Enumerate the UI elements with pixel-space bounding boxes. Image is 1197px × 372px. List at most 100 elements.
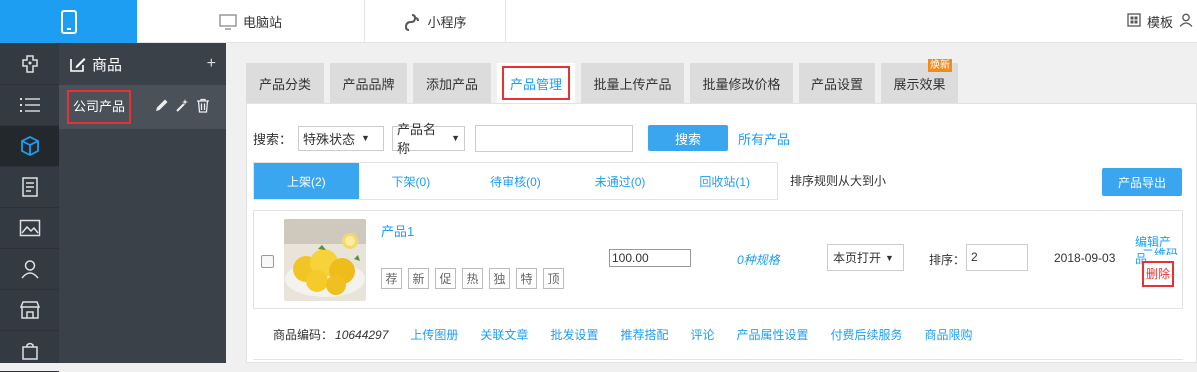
tag-top[interactable]: 顶: [543, 268, 564, 289]
template-icon[interactable]: [1127, 13, 1141, 30]
status-tab-rejected[interactable]: 未通过(0): [568, 163, 673, 199]
tag-new[interactable]: 新: [408, 268, 429, 289]
tab-product-settings[interactable]: 产品设置: [799, 63, 875, 103]
qr-code-link[interactable]: 二维码: [1142, 248, 1178, 255]
rail-item-plugin[interactable]: [0, 43, 59, 85]
cube-icon: [20, 135, 39, 157]
mini-program-icon: [403, 13, 421, 31]
category-panel-header: 商品 +: [59, 43, 226, 85]
caret-down-icon: ▼: [885, 252, 894, 263]
tab-product-category[interactable]: 产品分类: [246, 63, 324, 103]
wholesale-settings-link[interactable]: 批发设置: [550, 326, 598, 343]
rail-item-bag[interactable]: [0, 331, 59, 372]
tab-product-manage[interactable]: 产品管理: [497, 63, 575, 103]
tab-batch-price[interactable]: 批量修改价格: [690, 63, 793, 103]
icon-rail: [0, 43, 59, 372]
sort-rule-text: 排序规则从大到小: [790, 174, 887, 188]
tag-hot[interactable]: 热: [462, 268, 483, 289]
all-products-link[interactable]: 所有产品: [738, 129, 790, 148]
new-badge: 焕新: [928, 59, 952, 72]
status-tab-on-shelf[interactable]: 上架(2): [254, 163, 359, 199]
tab-bar: 产品分类 产品品牌 添加产品 产品管理 批量上传产品 批量修改价格 产品设置 展…: [246, 59, 958, 103]
product-code-label: 商品编码：: [273, 328, 334, 342]
status-select[interactable]: 特殊状态 ▼: [298, 125, 385, 151]
delete-link[interactable]: 删除: [1142, 261, 1175, 287]
purchase-limit-link[interactable]: 商品限购: [925, 326, 973, 343]
tab-product-brand[interactable]: 产品品牌: [330, 63, 407, 103]
search-button[interactable]: 搜索: [648, 125, 729, 151]
related-articles-link[interactable]: 关联文章: [480, 326, 528, 343]
tab-add-product[interactable]: 添加产品: [413, 63, 491, 103]
tab-batch-upload[interactable]: 批量上传产品: [581, 63, 684, 103]
spec-link[interactable]: 0种规格: [737, 251, 780, 268]
recommend-match-link[interactable]: 推荐搭配: [620, 326, 668, 343]
sort-input[interactable]: 2: [966, 244, 1028, 271]
status-tabs: 上架(2) 下架(0) 待审核(0) 未通过(0) 回收站(1): [253, 162, 778, 200]
status-tab-off-shelf[interactable]: 下架(0): [359, 163, 464, 199]
product-thumbnail[interactable]: [284, 219, 366, 301]
tag-promo[interactable]: 促: [435, 268, 456, 289]
pc-site-tab[interactable]: 电脑站: [137, 0, 365, 43]
document-icon: [21, 177, 38, 197]
add-category-button[interactable]: +: [207, 55, 216, 73]
next-product-row: [253, 359, 1183, 365]
tab-label: 展示效果: [893, 76, 946, 92]
mobile-site-tab[interactable]: [0, 0, 137, 43]
magic-wand-icon[interactable]: [175, 98, 190, 116]
product-checkbox[interactable]: [261, 255, 274, 268]
export-button[interactable]: 产品导出: [1102, 168, 1182, 196]
tab-label: 批量修改价格: [702, 76, 781, 92]
tag-recommend[interactable]: 荐: [381, 268, 402, 289]
category-panel: 商品 + 公司产品: [59, 43, 226, 363]
tag-special[interactable]: 特: [516, 268, 537, 289]
product-name-link[interactable]: 产品1: [381, 221, 414, 240]
top-bar: 电脑站 小程序 模板: [0, 0, 1197, 43]
category-item[interactable]: 公司产品: [59, 85, 226, 129]
template-link[interactable]: 模板: [1147, 12, 1173, 31]
tab-display-effect[interactable]: 展示效果 焕新: [881, 59, 958, 103]
caret-down-icon: ▼: [361, 133, 370, 143]
rail-item-members[interactable]: [0, 249, 59, 290]
search-label: 搜索：: [253, 131, 293, 147]
product-manage-content: 搜索： 特殊状态 ▼ 产品名称 ▼ 搜索 所有产品 上架(2) 下架(0) 待审…: [246, 103, 1197, 363]
sort-label: 排序：: [929, 253, 966, 267]
attribute-settings-link[interactable]: 产品属性设置: [736, 326, 808, 343]
search-bar: 搜索： 特殊状态 ▼ 产品名称 ▼ 搜索 所有产品: [253, 122, 790, 156]
comments-link[interactable]: 评论: [690, 326, 714, 343]
product-date: 2018-09-03: [1054, 251, 1116, 265]
rail-item-articles[interactable]: [0, 167, 59, 208]
trash-icon[interactable]: [196, 98, 210, 116]
mini-program-tab[interactable]: 小程序: [365, 0, 506, 43]
status-tab-pending[interactable]: 待审核(0): [463, 163, 568, 199]
tab-label: 产品设置: [810, 76, 863, 92]
tag-exclusive[interactable]: 独: [489, 268, 510, 289]
bag-icon: [21, 342, 38, 360]
pencil-icon[interactable]: [154, 98, 169, 116]
tab-label: 产品品牌: [342, 76, 395, 92]
pc-site-label: 电脑站: [242, 15, 282, 30]
upload-gallery-link[interactable]: 上传图册: [410, 326, 458, 343]
user-icon[interactable]: [1179, 13, 1193, 30]
caret-down-icon: ▼: [451, 133, 461, 143]
rail-item-store[interactable]: [0, 290, 59, 331]
tab-label: 产品分类: [258, 76, 311, 92]
user-icon: [20, 260, 39, 279]
tab-label: 批量上传产品: [593, 76, 672, 92]
search-input[interactable]: [475, 124, 634, 152]
rail-item-images[interactable]: [0, 208, 59, 249]
plugin-icon: [21, 54, 38, 73]
open-mode-select[interactable]: 本页打开 ▼: [827, 244, 904, 271]
rail-item-list[interactable]: [0, 85, 59, 126]
paid-service-link[interactable]: 付费后续服务: [831, 326, 903, 343]
tab-label: 产品管理: [501, 66, 570, 100]
category-item-label: 公司产品: [67, 90, 132, 124]
price-input[interactable]: 100.00: [609, 249, 691, 267]
category-panel-title: 商品: [92, 56, 123, 74]
edit-square-icon: [69, 55, 87, 73]
mobile-phone-icon: [60, 9, 77, 34]
product-row: 产品1 荐 新 促 热 独 特 顶 100.00 0种规格 本页打开 ▼ 排序：…: [253, 210, 1183, 309]
field-select[interactable]: 产品名称 ▼: [392, 122, 466, 156]
status-tab-recycle[interactable]: 回收站(1): [672, 163, 777, 199]
rail-item-products[interactable]: [0, 126, 59, 167]
product-tags: 荐 新 促 热 独 特 顶: [381, 268, 564, 289]
